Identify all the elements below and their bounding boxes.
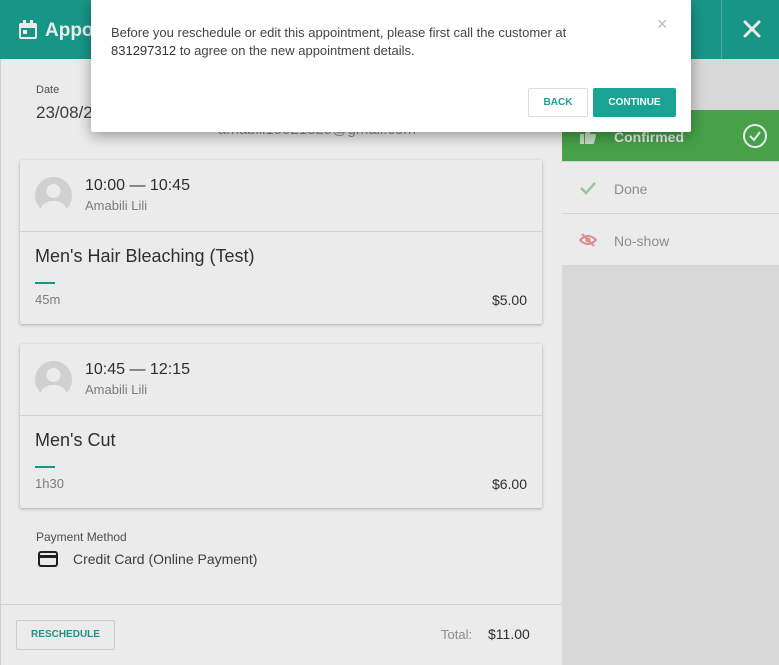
- dialog-message: Before you reschedule or edit this appoi…: [111, 24, 631, 60]
- reschedule-warning-dialog: Before you reschedule or edit this appoi…: [91, 0, 691, 132]
- dialog-message-before: Before you reschedule or edit this appoi…: [111, 25, 567, 40]
- dialog-close-icon[interactable]: ×: [657, 14, 668, 35]
- back-button[interactable]: BACK: [528, 88, 588, 117]
- continue-button[interactable]: CONTINUE: [593, 88, 676, 117]
- customer-phone: 831297312: [111, 43, 177, 58]
- dialog-message-after: to agree on the new appointment details.: [179, 43, 415, 58]
